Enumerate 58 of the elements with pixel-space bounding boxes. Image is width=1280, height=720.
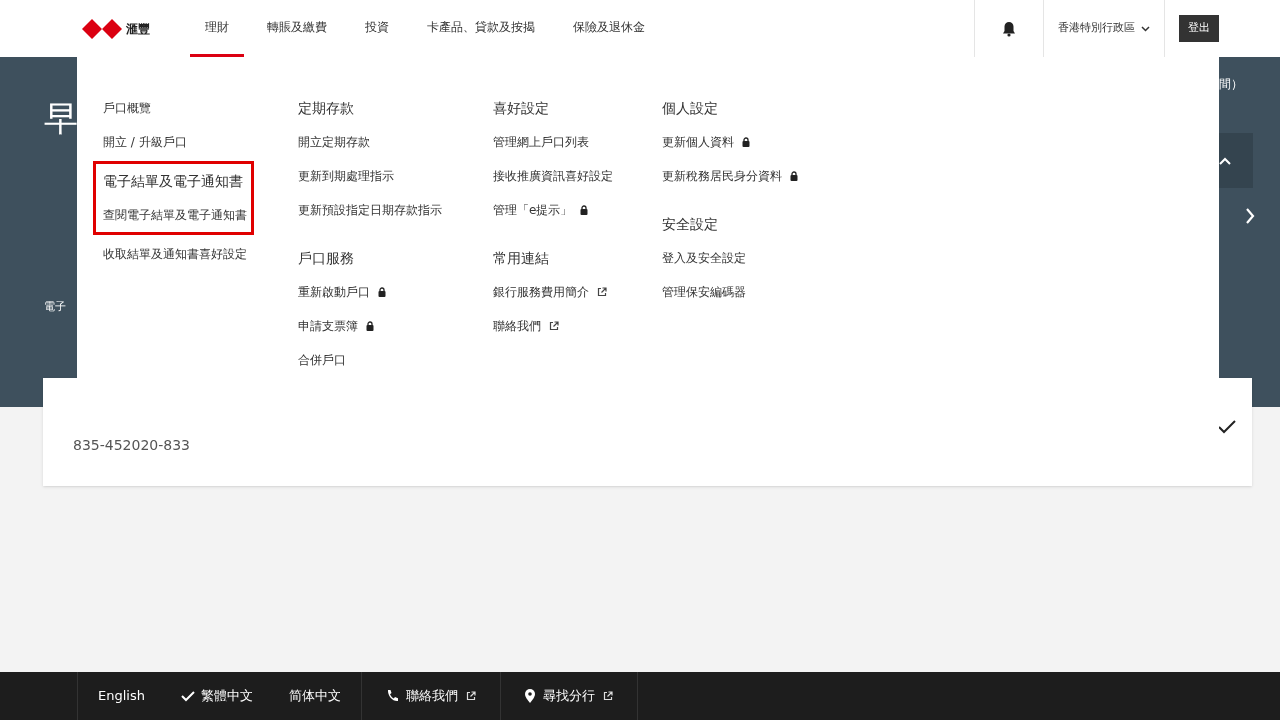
menu-link[interactable]: 登入及安全設定 [662, 249, 746, 267]
menu-link[interactable]: 更新預設指定日期存款指示 [298, 201, 442, 219]
menu-link[interactable]: 戶口概覽 [103, 99, 151, 117]
chevron-up-icon[interactable] [1219, 156, 1231, 165]
lock-icon [580, 205, 589, 215]
footer-link[interactable]: 尋找分行 [542, 686, 595, 706]
menu-link[interactable]: 申請支票簿 [298, 317, 358, 335]
banner-text: 間） [1219, 76, 1243, 93]
menu-link[interactable]: 查閱電子結單及電子通知書 [103, 206, 247, 224]
menu-link[interactable]: 更新稅務居民身分資料 [662, 167, 782, 185]
external-link-icon [597, 287, 607, 297]
hexagon-logo-icon[interactable] [82, 18, 122, 39]
location-pin-icon [524, 689, 535, 703]
chevron-down-icon [1141, 25, 1150, 32]
logout-button[interactable]: 登出 [1179, 15, 1219, 42]
menu-link[interactable]: 銀行服務費用簡介 [493, 283, 589, 301]
menu-heading: 喜好設定 [493, 98, 549, 118]
menu-link[interactable]: 聯絡我們 [493, 317, 541, 335]
menu-link[interactable]: 合併戶口 [298, 351, 346, 369]
external-link-icon [549, 321, 559, 331]
chevron-right-icon[interactable] [1244, 208, 1255, 224]
nav-tab[interactable]: 投資 [350, 0, 404, 57]
language-link[interactable]: 简体中文 [288, 686, 341, 706]
menu-link[interactable]: 重新啟動戶口 [298, 283, 370, 301]
external-link-icon [602, 691, 613, 701]
greeting-heading: 早 [44, 101, 77, 135]
menu-link[interactable]: 更新個人資料 [662, 133, 734, 151]
phone-icon [385, 689, 398, 703]
external-link-icon [465, 691, 476, 701]
bell-icon[interactable] [1002, 20, 1016, 37]
menu-link[interactable]: 開立定期存款 [298, 133, 370, 151]
menu-link[interactable]: 管理保安編碼器 [662, 283, 746, 301]
menu-link[interactable]: 更新到期處理指示 [298, 167, 394, 185]
menu-heading: 常用連結 [493, 248, 549, 268]
language-link[interactable]: 繁體中文 [200, 686, 253, 706]
footer-link[interactable]: 聯絡我們 [405, 686, 458, 706]
menu-heading: 個人設定 [662, 98, 718, 118]
menu-heading: 定期存款 [298, 98, 354, 118]
nav-tab[interactable]: 卡產品、貸款及按揭 [412, 0, 550, 57]
lock-icon [378, 287, 386, 297]
logo-text: 滙豐 [126, 20, 150, 38]
menu-link[interactable]: 接收推廣資訊喜好設定 [493, 167, 613, 185]
menu-link[interactable]: 管理網上戶口列表 [493, 133, 589, 151]
menu-heading: 戶口服務 [298, 248, 354, 268]
nav-tab[interactable]: 轉賬及繳費 [252, 0, 342, 57]
account-number: 835-452020-833 [73, 436, 190, 455]
checkmark-icon [1218, 420, 1236, 434]
lock-icon [366, 321, 374, 331]
menu-heading: 安全設定 [662, 214, 718, 234]
language-link[interactable]: English [98, 686, 145, 706]
menu-heading: 電子結單及電子通知書 [103, 171, 243, 191]
banner-text: 電子 [44, 299, 67, 315]
menu-link[interactable]: 收取結單及通知書喜好設定 [103, 245, 247, 263]
menu-link[interactable]: 開立 / 升級戶口 [103, 133, 187, 151]
nav-tab[interactable]: 保險及退休金 [558, 0, 660, 57]
lock-icon [790, 171, 798, 181]
lock-icon [742, 137, 750, 147]
menu-link[interactable]: 管理「e提示」 [493, 201, 573, 219]
